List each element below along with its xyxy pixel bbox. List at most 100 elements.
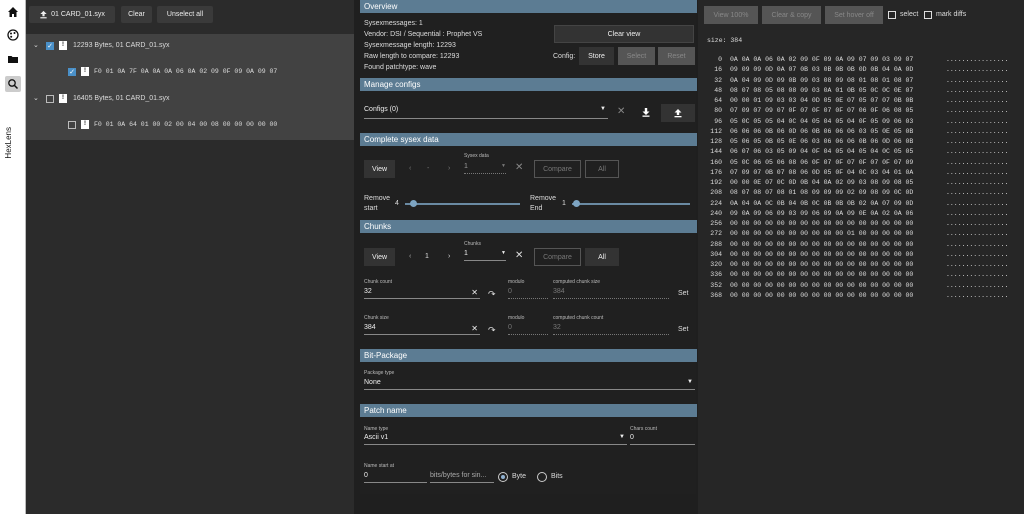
hex-offset: 288 — [710, 240, 722, 248]
name-type-label: Name type — [364, 426, 389, 432]
bits-for-single-input[interactable]: bits/bytes for sin... — [430, 472, 494, 483]
hex-row-bytes[interactable]: 0A 04 09 0D 09 0B 09 03 08 09 08 01 08 0… — [730, 77, 913, 84]
hex-row-ascii: ................ — [946, 56, 1009, 63]
hex-row-bytes[interactable]: 05 0C 06 05 06 08 06 0F 07 0F 07 0F 07 0… — [730, 159, 913, 166]
overview-header: Overview — [360, 0, 697, 13]
chunk-count-value: 32 — [364, 288, 372, 295]
bits-radio[interactable] — [537, 472, 547, 482]
chunk-size-input[interactable]: 384 ✕ — [364, 324, 480, 335]
hex-offset: 128 — [710, 138, 722, 145]
next-chunk-icon[interactable]: › — [448, 253, 450, 260]
hex-row-bytes[interactable]: 06 07 06 03 05 09 04 0F 04 05 04 05 04 0… — [730, 148, 913, 155]
hex-row-bytes[interactable]: 00 00 00 00 00 00 00 00 00 00 00 00 00 0… — [730, 220, 913, 227]
chunk-compare-button[interactable]: Compare — [534, 248, 581, 266]
tree-child-hex[interactable]: F0 01 0A 7F 0A 0A 0A 06 0A 02 09 0F 09 0… — [94, 68, 277, 75]
unselect-all-button[interactable]: Unselect all — [157, 6, 213, 23]
chevron-down-icon: ▼ — [501, 163, 506, 169]
close-icon[interactable]: ✕ — [515, 250, 523, 261]
download-icon[interactable] — [641, 107, 651, 119]
reset-button[interactable]: Reset — [658, 47, 695, 65]
hex-row-bytes[interactable]: 05 06 05 0B 05 0E 06 03 06 06 06 0B 06 0… — [730, 138, 913, 145]
close-icon[interactable]: ✕ — [471, 288, 478, 297]
close-icon[interactable]: ✕ — [471, 324, 478, 333]
hex-offset: 160 — [710, 158, 722, 166]
hex-row-bytes[interactable]: 07 09 07 0B 07 08 06 0D 05 0F 04 0C 03 0… — [730, 169, 913, 176]
hex-row-bytes[interactable]: 00 00 00 00 00 00 00 00 00 00 01 00 00 0… — [730, 230, 913, 237]
computed-chunk-count-field: 32 — [553, 324, 669, 335]
redo-icon[interactable]: ↷ — [488, 325, 496, 336]
chunk-view-button[interactable]: View — [364, 248, 395, 266]
search-icon[interactable] — [5, 76, 21, 92]
sysex-data-select[interactable]: 1 ▼ — [464, 163, 506, 174]
set-hover-off-button[interactable]: Set hover off — [825, 6, 883, 24]
next-icon[interactable]: › — [448, 165, 450, 172]
redo-icon[interactable]: ↷ — [488, 289, 496, 300]
store-button[interactable]: Store — [579, 47, 614, 65]
compare-button[interactable]: Compare — [534, 160, 581, 178]
name-start-input[interactable]: 0 — [364, 472, 427, 483]
select-checkbox[interactable] — [888, 11, 896, 19]
tree-child-checkbox[interactable]: ✓ — [68, 68, 76, 76]
prev-icon[interactable]: ‹ — [409, 165, 411, 172]
tree-node-label[interactable]: 12293 Bytes, 01 CARD_01.syx — [73, 42, 170, 49]
hex-row-bytes[interactable]: 08 07 08 05 08 08 09 03 0A 01 0B 05 0C 0… — [730, 87, 913, 94]
set-chunk-count-button[interactable]: Set — [678, 290, 689, 297]
hex-row-bytes[interactable]: 00 00 00 00 00 00 00 00 00 00 00 00 00 0… — [730, 251, 913, 258]
hex-row-bytes[interactable]: 00 00 00 00 00 00 00 00 00 00 00 00 00 0… — [730, 271, 913, 278]
remove-start-slider-thumb[interactable] — [409, 200, 417, 207]
chunk-count-input[interactable]: 32 ✕ — [364, 288, 480, 299]
hex-row-bytes[interactable]: 05 0C 05 05 04 0C 04 05 04 05 04 0F 05 0… — [730, 118, 913, 125]
hex-row-bytes[interactable]: 0A 04 0A 0C 0B 04 0B 0C 0B 0B 0B 02 0A 0… — [730, 200, 913, 207]
folder-icon[interactable] — [5, 51, 21, 67]
name-start-label: Name start at — [364, 463, 395, 469]
expand-icon[interactable]: ⌄ — [33, 41, 39, 49]
hex-row-bytes[interactable]: 00 00 00 00 00 00 00 00 00 00 00 00 00 0… — [730, 292, 913, 299]
clear-view-button[interactable]: Clear view — [554, 25, 694, 43]
palette-icon[interactable] — [5, 27, 21, 43]
tree-child-checkbox[interactable] — [68, 121, 76, 129]
hex-row-bytes[interactable]: 09 09 09 0D 0A 07 0B 03 0B 0B 0B 0D 0B 0… — [730, 66, 913, 73]
hex-row-bytes[interactable]: 00 00 00 00 00 00 00 00 00 00 00 00 00 0… — [730, 282, 913, 289]
view-button[interactable]: View — [364, 160, 395, 178]
close-icon[interactable]: ✕ — [515, 162, 523, 173]
hex-row-bytes[interactable]: 08 07 08 07 08 01 08 09 09 09 02 09 08 0… — [730, 189, 913, 196]
hex-row-bytes[interactable]: 00 00 0E 07 0C 0D 0B 04 0A 02 09 03 08 0… — [730, 179, 913, 186]
select-button[interactable]: Select — [618, 47, 655, 65]
chars-count-input[interactable]: 0 — [630, 434, 695, 445]
clear-button[interactable]: Clear — [121, 6, 152, 23]
hex-row-bytes[interactable]: 0A 0A 0A 06 0A 02 09 0F 09 0A 09 07 09 0… — [730, 56, 913, 63]
tree-node-label[interactable]: 16405 Bytes, 01 CARD_01.syx — [73, 95, 170, 102]
tree-child-hex[interactable]: F0 01 0A 64 01 00 02 00 04 00 08 00 00 0… — [94, 121, 277, 128]
clear-copy-button[interactable]: Clear & copy — [762, 6, 821, 24]
hex-row-bytes[interactable]: 09 0A 09 06 09 03 09 06 09 0A 09 0E 0A 0… — [730, 210, 913, 217]
close-icon[interactable]: ✕ — [617, 106, 625, 117]
expand-icon[interactable]: ⌄ — [33, 94, 39, 102]
name-type-select[interactable]: Ascii v1 ▼ — [364, 434, 627, 445]
view-100-button[interactable]: View 100% — [704, 6, 758, 24]
tree-checkbox[interactable] — [46, 95, 54, 103]
all-button[interactable]: All — [585, 160, 619, 178]
hex-offset: 304 — [710, 250, 722, 258]
mark-diffs-checkbox[interactable] — [924, 11, 932, 19]
hex-row-bytes[interactable]: 00 00 00 00 00 00 00 00 00 00 00 00 00 0… — [730, 241, 913, 248]
hex-row-bytes[interactable]: 00 00 01 09 03 03 04 0D 05 0E 07 05 07 0… — [730, 97, 913, 104]
hex-row-bytes[interactable]: 06 06 06 0B 06 0D 06 0B 06 06 06 03 05 0… — [730, 128, 913, 135]
upload-file-button[interactable]: 01 CARD_01.syx — [29, 6, 115, 23]
configs-select[interactable]: Configs (0) ▼ — [364, 106, 608, 119]
hex-row-bytes[interactable]: 07 09 07 09 07 0F 07 0F 07 0F 07 06 0F 0… — [730, 107, 913, 114]
upload-config-button[interactable] — [661, 104, 695, 122]
set-chunk-size-button[interactable]: Set — [678, 326, 689, 333]
hex-row-bytes[interactable]: 00 00 00 00 00 00 00 00 00 00 00 00 00 0… — [730, 261, 913, 268]
hex-row-ascii: ................ — [946, 179, 1009, 186]
chunks-select[interactable]: 1 ▼ — [464, 250, 506, 261]
prev-chunk-icon[interactable]: ‹ — [409, 253, 411, 260]
hex-offset: 336 — [710, 271, 722, 279]
chunk-all-button[interactable]: All — [585, 248, 619, 266]
hex-row-ascii: ................ — [946, 86, 1009, 94]
complete-sysex-header: Complete sysex data — [360, 133, 697, 146]
package-type-select[interactable]: None ▼ — [364, 379, 695, 390]
modulo-field: 0 — [508, 324, 548, 335]
tree-checkbox[interactable]: ✓ — [46, 42, 54, 50]
byte-radio[interactable] — [498, 472, 508, 482]
home-icon[interactable] — [5, 4, 21, 20]
